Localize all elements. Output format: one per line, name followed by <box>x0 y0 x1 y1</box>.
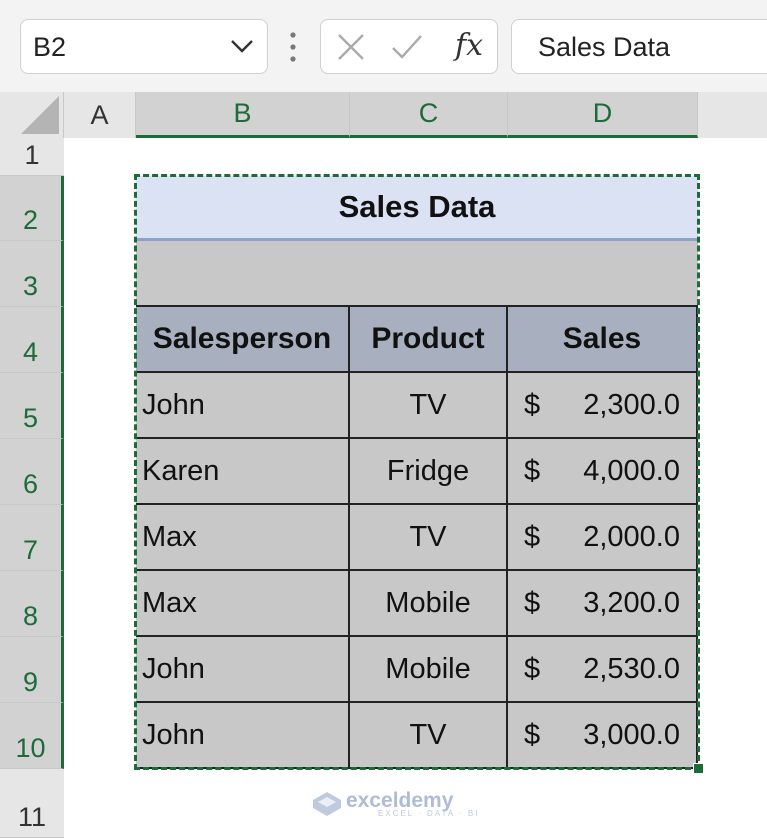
table-cell-product[interactable]: TV <box>350 703 508 769</box>
currency-symbol: $ <box>524 586 541 619</box>
table-cell-sales[interactable]: $ 2,530.0 <box>508 637 698 703</box>
column-header-c[interactable]: C <box>350 92 508 138</box>
column-header-e[interactable] <box>698 92 767 138</box>
row-header-9[interactable]: 9 <box>0 637 64 703</box>
currency-symbol: $ <box>524 520 541 553</box>
sales-amount: 3,200.0 <box>583 586 680 619</box>
row-header-7[interactable]: 7 <box>0 505 64 571</box>
table-cell-sales[interactable]: $ 2,300.0 <box>508 373 698 439</box>
sales-amount: 2,530.0 <box>583 652 680 685</box>
name-box-value: B2 <box>33 32 67 62</box>
row-header-11[interactable]: 11 <box>0 769 64 838</box>
column-header-b[interactable]: B <box>136 92 350 138</box>
row-header-8[interactable]: 8 <box>0 571 64 637</box>
insert-function-button[interactable]: fx <box>455 28 483 63</box>
row-header-10[interactable]: 10 <box>0 703 64 769</box>
sales-amount: 3,000.0 <box>583 718 680 751</box>
fill-handle[interactable] <box>693 763 704 774</box>
watermark-tagline: EXCEL · DATA · BI <box>378 809 480 818</box>
row-header-5[interactable]: 5 <box>0 373 64 439</box>
table-cell-product[interactable]: TV <box>350 373 508 439</box>
table-cell-salesperson[interactable]: John <box>136 373 350 439</box>
sales-amount: 4,000.0 <box>583 454 680 487</box>
header-product[interactable]: Product <box>350 307 508 373</box>
row-header-3[interactable]: 3 <box>0 241 64 307</box>
formula-value: Sales Data <box>538 32 671 62</box>
exceldemy-logo-icon <box>313 792 341 816</box>
currency-symbol: $ <box>524 454 541 487</box>
currency-symbol: $ <box>524 652 541 685</box>
formula-bar-area: B2 fx Sales Data <box>0 0 767 92</box>
name-box[interactable]: B2 <box>20 19 268 74</box>
column-header-d[interactable]: D <box>508 92 698 138</box>
watermark-brand: exceldemy <box>346 789 454 812</box>
table-cell-product[interactable]: TV <box>350 505 508 571</box>
blank-row-3[interactable] <box>136 241 698 307</box>
row-header-2[interactable]: 2 <box>0 176 64 241</box>
table-cell-salesperson[interactable]: Karen <box>136 439 350 505</box>
table-cell-sales[interactable]: $ 2,000.0 <box>508 505 698 571</box>
exceldemy-watermark: exceldemy EXCEL · DATA · BI <box>312 790 479 818</box>
confirm-check-icon[interactable] <box>391 32 423 62</box>
header-sales[interactable]: Sales <box>508 307 698 373</box>
formula-input[interactable]: Sales Data <box>511 19 767 74</box>
currency-symbol: $ <box>524 718 541 751</box>
formula-buttons: fx <box>320 19 498 74</box>
table-cell-sales[interactable]: $ 3,000.0 <box>508 703 698 769</box>
header-salesperson[interactable]: Salesperson <box>136 307 350 373</box>
table-cell-salesperson[interactable]: John <box>136 703 350 769</box>
currency-symbol: $ <box>524 388 541 421</box>
column-header-a[interactable]: A <box>64 92 136 138</box>
table-cell-product[interactable]: Mobile <box>350 637 508 703</box>
row-header-6[interactable]: 6 <box>0 439 64 505</box>
table-cell-salesperson[interactable]: Max <box>136 505 350 571</box>
table-cell-product[interactable]: Mobile <box>350 571 508 637</box>
title-cell-b2[interactable]: Sales Data <box>136 176 698 241</box>
select-all-corner[interactable] <box>0 92 64 138</box>
row-header-1[interactable]: 1 <box>0 138 64 176</box>
more-options-icon[interactable] <box>288 30 298 64</box>
chevron-down-icon[interactable] <box>229 36 255 56</box>
table-cell-salesperson[interactable]: Max <box>136 571 350 637</box>
cancel-icon[interactable] <box>335 32 367 62</box>
select-all-icon <box>21 96 59 134</box>
table-cell-sales[interactable]: $ 4,000.0 <box>508 439 698 505</box>
sales-amount: 2,000.0 <box>583 520 680 553</box>
sales-amount: 2,300.0 <box>583 388 680 421</box>
table-cell-sales[interactable]: $ 3,200.0 <box>508 571 698 637</box>
table-cell-salesperson[interactable]: John <box>136 637 350 703</box>
row-header-4[interactable]: 4 <box>0 307 64 373</box>
table-cell-product[interactable]: Fridge <box>350 439 508 505</box>
